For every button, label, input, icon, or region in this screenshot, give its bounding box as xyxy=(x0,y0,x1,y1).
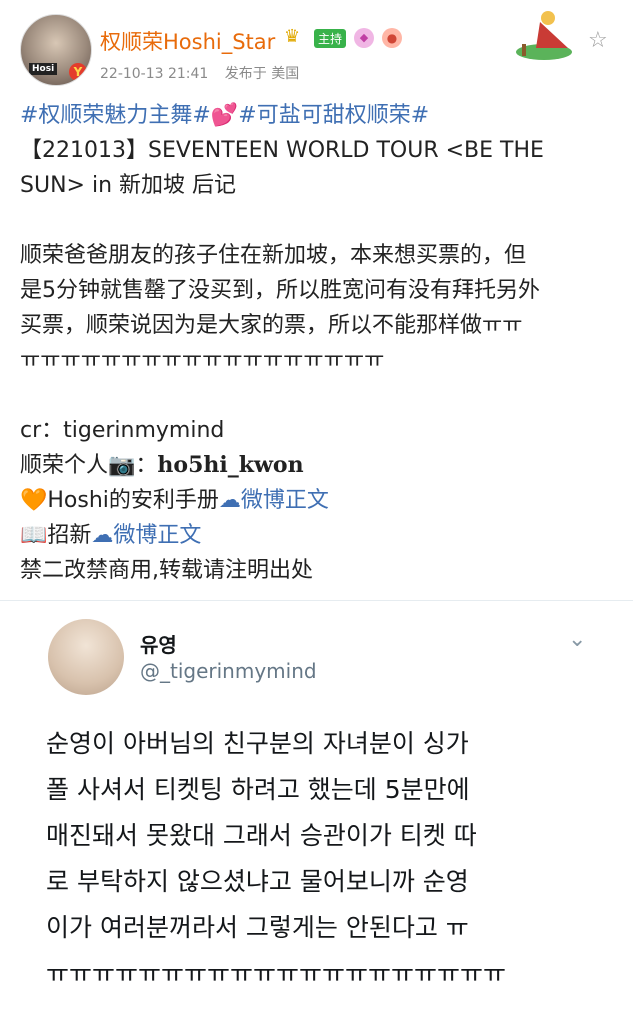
post-text-line: ㅠㅠㅠㅠㅠㅠㅠㅠㅠㅠㅠㅠㅠㅠㅠㅠㅠㅠ xyxy=(20,348,385,373)
credit-line: cr：tigerinmymind xyxy=(20,418,225,443)
manual-label: 🧡Hoshi的安利手册 xyxy=(20,488,219,513)
gem-icon: ◆ xyxy=(354,28,374,48)
post-body: #权顺荣魅力主舞#💕#可盐可甜权顺荣# 【221013】SEVENTEEN WO… xyxy=(20,98,620,588)
post-text-line: 买票，顺荣说因为是大家的票，所以不能那样做ㅠㅠ xyxy=(20,313,523,338)
decoration-illustration xyxy=(516,11,572,60)
personal-account-line: 顺荣个人📷：ho5hi_kwon xyxy=(20,448,620,483)
copyright-notice: 禁二改禁商用,转载请注明出处 xyxy=(20,558,313,583)
hashtag-link[interactable]: #可盐可甜权顺荣# xyxy=(238,103,429,128)
weibo-link-label: 微博正文 xyxy=(240,488,329,513)
avatar-tag: Hosi xyxy=(29,63,58,75)
hashtag-line: #权顺荣魅力主舞#💕#可盐可甜权顺荣# xyxy=(20,98,620,133)
tweet-text-line: 로 부탁하지 않으셨냐고 물어보니까 순영 xyxy=(46,867,469,896)
chevron-down-icon[interactable]: ⌄ xyxy=(568,627,586,652)
post-text-line: 是5分钟就售罄了没买到，所以胜宽问有没有拜托另外 xyxy=(20,278,540,303)
tweet-text-line: ㅠㅠㅠㅠㅠㅠㅠㅠㅠㅠㅠㅠㅠㅠㅠㅠㅠㅠㅠㅠ xyxy=(46,959,507,988)
tweet-author-name[interactable]: 유영 xyxy=(140,629,177,658)
post-text-line: 顺荣爸爸朋友的孩子住在新加坡，本来想买票的，但 xyxy=(20,243,527,268)
tweet-text-line: 매진돼서 못왔대 그래서 승관이가 티켓 따 xyxy=(46,821,477,850)
weibo-link-recruit[interactable]: ☁微博正文 xyxy=(91,523,201,548)
weibo-link-label: 微博正文 xyxy=(113,523,202,548)
username-link[interactable]: 权顺荣Hoshi_Star xyxy=(100,26,275,56)
tweet-body: 순영이 아버님의 친구분의 자녀분이 싱가 폴 사셔서 티켓팅 하려고 했는데 … xyxy=(46,721,606,997)
heart-emoji: 💕 xyxy=(210,103,239,128)
post-header: Hosi Y 权顺荣Hoshi_Star ♛ 主持 ◆ ● 22-10-13 2… xyxy=(0,0,633,92)
host-badge: 主持 xyxy=(314,29,347,48)
tweet-text-line: 이가 여러분꺼라서 그렇게는 안된다고 ㅠ xyxy=(46,913,469,942)
star-outline-icon[interactable]: ☆ xyxy=(588,28,608,53)
manual-line: 🧡Hoshi的安利手册☁微博正文 xyxy=(20,483,620,518)
embedded-tweet: 유영 @_tigerinmymind ⌄ 순영이 아버님의 친구분의 자녀분이 … xyxy=(0,600,633,1025)
fan-badge-icon: ● xyxy=(382,28,402,48)
personal-label: 顺荣个人📷： xyxy=(20,453,158,478)
post-meta: 22-10-13 21:41 发布于 美国 xyxy=(100,63,311,83)
hashtag-link[interactable]: #权顺荣魅力主舞# xyxy=(20,103,211,128)
recruit-label: 📖招新 xyxy=(20,523,92,548)
personal-handle: ho5hi_kwon xyxy=(157,452,304,478)
post-timestamp: 22-10-13 21:41 xyxy=(100,66,209,82)
post-text-line: SUN> in 新加坡 后记 xyxy=(20,173,236,198)
recruit-line: 📖招新☁微博正文 xyxy=(20,518,620,553)
post-location: 发布于 美国 xyxy=(224,66,300,82)
tweet-text-line: 폴 사셔서 티켓팅 하려고 했는데 5분만에 xyxy=(46,775,470,804)
user-avatar[interactable]: Hosi Y xyxy=(20,14,92,86)
crown-icon: ♛ xyxy=(284,26,301,47)
post-text-line: 【221013】SEVENTEEN WORLD TOUR <BE THE xyxy=(20,138,544,163)
verified-badge-icon: Y xyxy=(69,63,87,81)
tweet-text-line: 순영이 아버님의 친구분의 자녀분이 싱가 xyxy=(46,729,469,758)
tweet-author-handle[interactable]: @_tigerinmymind xyxy=(140,659,317,683)
weibo-link-manual[interactable]: ☁微博正文 xyxy=(219,488,329,513)
link-cloud-icon: ☁ xyxy=(218,488,241,513)
tweet-avatar[interactable] xyxy=(48,619,124,695)
link-cloud-icon: ☁ xyxy=(91,523,114,548)
